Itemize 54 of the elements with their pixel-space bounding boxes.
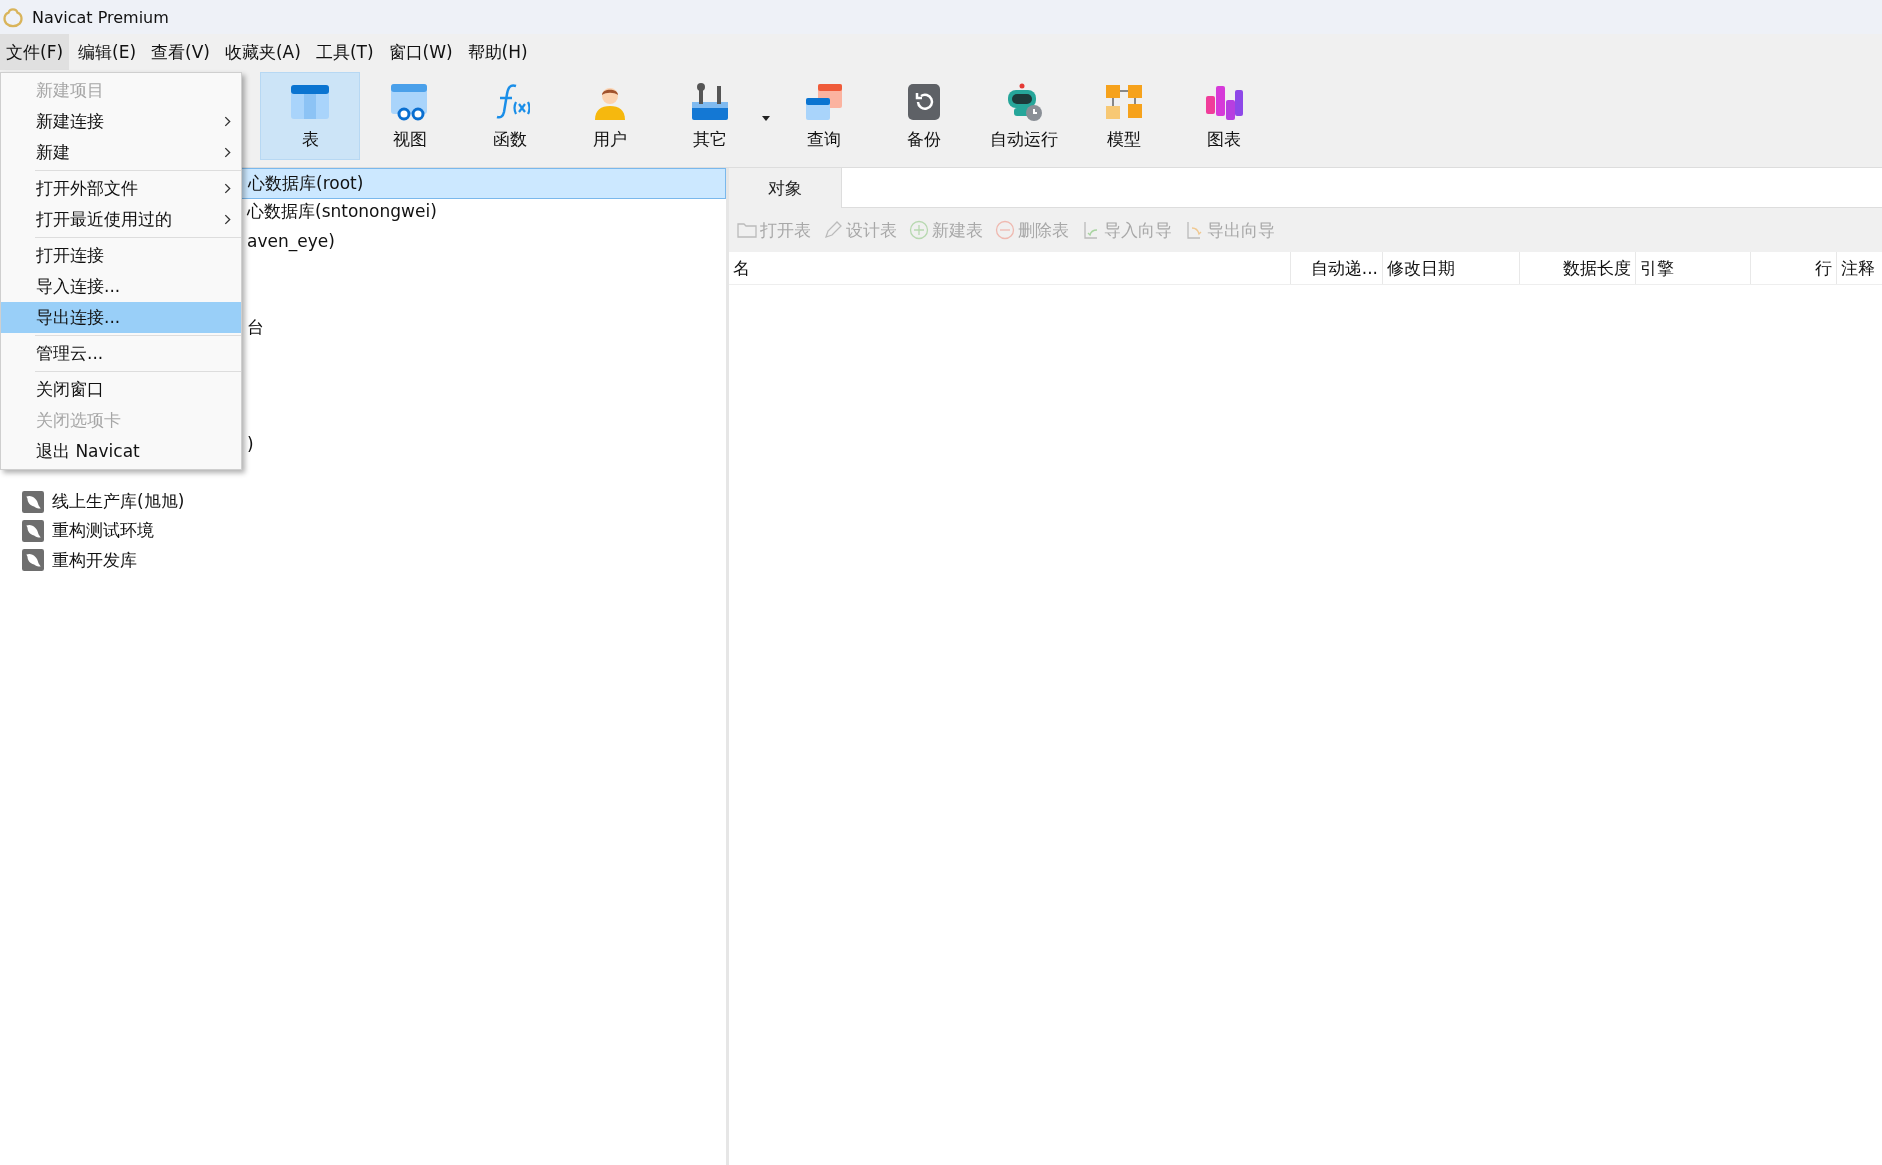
column-header[interactable]: 引擎 — [1636, 252, 1751, 284]
window-title: Navicat Premium — [32, 7, 169, 27]
toolbox-icon — [690, 81, 730, 122]
column-header[interactable]: 注释 — [1837, 252, 1882, 284]
view-icon — [390, 81, 430, 122]
menu-item[interactable]: 新建 — [1, 137, 241, 168]
export-icon — [1184, 220, 1204, 240]
toolbar-button[interactable]: 函数 — [460, 72, 560, 160]
menu-item[interactable]: 收藏夹(A) — [218, 34, 307, 70]
menu-item[interactable]: 新建连接 — [1, 106, 241, 137]
menu-item[interactable]: 窗口(W) — [382, 34, 459, 70]
folder-icon — [737, 222, 757, 238]
menu-item[interactable]: 导入连接... — [1, 271, 241, 302]
column-header[interactable]: 修改日期 — [1383, 252, 1520, 284]
toolbar-button[interactable]: 其它 — [660, 72, 760, 160]
menu-item[interactable]: 工具(T) — [309, 34, 380, 70]
chevron-right-icon — [224, 116, 231, 127]
menu-item[interactable]: 文件(F) — [0, 34, 70, 70]
menu-item[interactable]: 导出连接... — [1, 302, 241, 333]
toolbar-button[interactable]: 自动运行 — [974, 72, 1074, 160]
menu-item[interactable]: 打开最近使用过的 — [1, 204, 241, 235]
toolbar-button[interactable]: 用户 — [560, 72, 660, 160]
toolbar-button[interactable]: 图表 — [1174, 72, 1274, 160]
menu-item[interactable]: 查看(V) — [145, 34, 216, 70]
toolbar-button[interactable]: 查询 — [774, 72, 874, 160]
chevron-right-icon — [224, 147, 231, 158]
toolbar-button[interactable]: 备份 — [874, 72, 974, 160]
column-header[interactable]: 数据长度 — [1520, 252, 1636, 284]
column-header[interactable]: 名 — [729, 252, 1291, 284]
toolbar-button[interactable]: 视图 — [360, 72, 460, 160]
menu-item[interactable]: 编辑(E) — [72, 34, 143, 70]
query-icon — [804, 81, 844, 122]
database-icon — [22, 519, 44, 542]
chevron-right-icon — [224, 214, 231, 225]
tree-item[interactable]: 线上生产库(旭旭) — [0, 487, 185, 517]
menu-item[interactable]: 关闭窗口 — [1, 374, 241, 405]
database-icon — [22, 490, 44, 513]
database-icon — [22, 549, 44, 571]
tree-item[interactable]: 重构测试环境 — [0, 516, 154, 546]
minus-icon — [995, 220, 1015, 240]
plus-icon — [909, 220, 929, 240]
menu-item[interactable]: 退出 Navicat — [1, 436, 241, 467]
pencil-icon — [823, 220, 843, 240]
tree-item[interactable]: 重构开发库 — [0, 545, 137, 575]
menu-item[interactable]: 帮助(H) — [461, 34, 534, 70]
toolbar-button[interactable]: 表 — [260, 72, 360, 160]
menu-item[interactable]: 管理云... — [1, 338, 241, 369]
caret-icon[interactable] — [762, 116, 770, 121]
column-header[interactable]: 行 — [1751, 252, 1837, 284]
menu-item[interactable]: 打开连接 — [1, 240, 241, 271]
chevron-right-icon — [224, 183, 231, 194]
column-header[interactable]: 自动递... — [1291, 252, 1383, 284]
toolbar-button[interactable]: 模型 — [1074, 72, 1174, 160]
app-logo-icon — [2, 6, 24, 28]
